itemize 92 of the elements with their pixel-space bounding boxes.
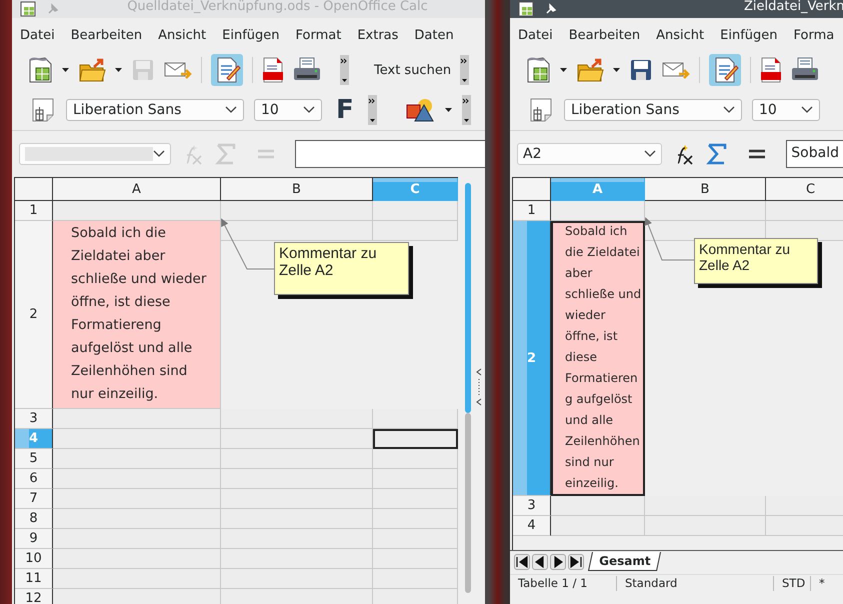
dropdown-chevron-icon[interactable] (225, 106, 237, 114)
overflow-chevron-icon[interactable] (340, 55, 349, 85)
row-header[interactable]: 2 (15, 221, 53, 409)
menu-item[interactable]: Ansicht (158, 26, 206, 50)
status-field: Tabelle 1 / 1 (510, 576, 617, 591)
spreadsheet-app-icon (20, 1, 36, 17)
splitter-handle-icon[interactable] (475, 367, 483, 407)
table-cell[interactable]: Sobald ich die Zieldatei aber schließe und wieder öffne, ist diese Formatiereng aufgelöst und alle Zeilenhöhen sind nur einzeilig. (53, 221, 221, 409)
paragraph-style-icon[interactable] (528, 97, 554, 123)
printer-icon[interactable] (293, 57, 321, 83)
folder-icon[interactable] (78, 57, 106, 83)
caret-icon[interactable] (62, 68, 69, 72)
overflow-chevron-icon[interactable] (460, 55, 470, 85)
font-name-dropdown[interactable]: Liberation Sans (66, 99, 244, 121)
dropdown-chevron-icon[interactable] (644, 150, 656, 158)
spreadsheet-app-icon (518, 1, 534, 17)
row-header[interactable]: 4 (513, 516, 551, 536)
caret-icon[interactable] (560, 68, 567, 72)
folder-icon[interactable] (576, 57, 604, 83)
row-header[interactable]: 1 (15, 201, 53, 221)
comment-arrow (219, 217, 277, 272)
row-header[interactable]: 3 (513, 496, 551, 516)
column-header[interactable]: C (766, 178, 843, 201)
caret-icon[interactable] (444, 108, 452, 112)
overflow-chevron-icon[interactable] (368, 95, 377, 125)
row-header[interactable]: 3 (15, 409, 53, 429)
menu-item[interactable]: Bearbeiten (568, 26, 640, 50)
row-header[interactable]: 10 (15, 549, 53, 569)
font-name-dropdown[interactable]: Liberation Sans (564, 99, 742, 121)
caret-icon[interactable] (613, 68, 620, 72)
comment-arrow (643, 216, 697, 263)
sheet-tab[interactable]: Gesamt (588, 552, 662, 571)
font-size-dropdown[interactable]: 10 (254, 99, 322, 121)
overflow-chevron-icon[interactable] (462, 95, 471, 125)
menu-item[interactable]: Extras (357, 26, 398, 50)
edit-document-icon[interactable] (709, 54, 741, 86)
triangle-icon (568, 554, 584, 570)
name-box[interactable]: A2 (517, 143, 662, 165)
table-cell[interactable]: Sobald ich die Zieldatei aber schließe und wieder öffne, ist diese Formatiereng aufgelöst und alle Zeilenhöhen sind nur einzeilig. (551, 221, 645, 496)
table-cell[interactable] (373, 429, 458, 449)
pdf-icon[interactable] (262, 57, 284, 83)
font-size-dropdown[interactable]: 10 (752, 99, 820, 121)
spreadsheet-icon[interactable] (27, 56, 53, 84)
menu-item[interactable]: Einfügen (222, 26, 280, 50)
row-header[interactable]: 7 (15, 489, 53, 509)
select-all-corner[interactable] (513, 178, 551, 201)
column-header[interactable]: A (53, 178, 221, 201)
sigma-icon[interactable] (706, 143, 728, 165)
row-header[interactable]: 6 (15, 469, 53, 489)
triangle-icon (514, 554, 530, 570)
caret-icon[interactable] (115, 68, 122, 72)
formula-input[interactable] (295, 140, 485, 168)
menu-item[interactable]: Format (296, 26, 342, 50)
equals-icon[interactable] (748, 149, 766, 159)
menu-item[interactable]: Ansicht (656, 26, 704, 50)
bold-button[interactable]: F (332, 95, 358, 125)
menu-item[interactable]: Forma (794, 26, 834, 50)
dropdown-chevron-icon[interactable] (303, 106, 315, 114)
edit-document-icon[interactable] (211, 54, 243, 86)
spreadsheet-icon[interactable] (525, 56, 551, 84)
row-header[interactable]: 12 (15, 589, 53, 604)
sheet-navigation-button[interactable] (514, 554, 530, 570)
row-header[interactable]: 11 (15, 569, 53, 589)
menu-item[interactable]: Einfügen (720, 26, 778, 50)
select-all-corner[interactable] (15, 178, 53, 201)
dropdown-chevron-icon[interactable] (801, 106, 813, 114)
column-header[interactable]: B (645, 178, 766, 201)
row-header[interactable]: 9 (15, 529, 53, 549)
pin-icon[interactable] (544, 2, 558, 16)
row-header[interactable]: 1 (513, 201, 551, 221)
envelope-icon[interactable] (662, 60, 690, 80)
menu-item[interactable]: Datei (20, 26, 55, 50)
sheet-navigation-button[interactable] (550, 554, 566, 570)
menu-item[interactable]: Bearbeiten (70, 26, 142, 50)
menu-item[interactable]: Daten (414, 26, 454, 50)
printer-icon[interactable] (791, 57, 819, 83)
status-field: * (811, 576, 843, 591)
menu-item[interactable]: Datei (518, 26, 553, 50)
status-field: STD (774, 576, 811, 591)
paragraph-style-icon[interactable] (30, 97, 56, 123)
sheet-navigation-button[interactable] (568, 554, 584, 570)
formula-input[interactable]: Sobald (786, 140, 843, 168)
sheet-navigation-button[interactable] (532, 554, 548, 570)
pdf-icon[interactable] (760, 57, 782, 83)
shapes-icon[interactable] (404, 97, 435, 123)
envelope-icon[interactable] (164, 60, 192, 80)
column-header[interactable]: B (221, 178, 373, 201)
row-header[interactable]: 8 (15, 509, 53, 529)
status-field: Standard (617, 576, 774, 591)
row-header[interactable]: 5 (15, 449, 53, 469)
find-text-button[interactable]: Text suchen (374, 62, 452, 78)
dropdown-chevron-icon[interactable] (723, 106, 735, 114)
